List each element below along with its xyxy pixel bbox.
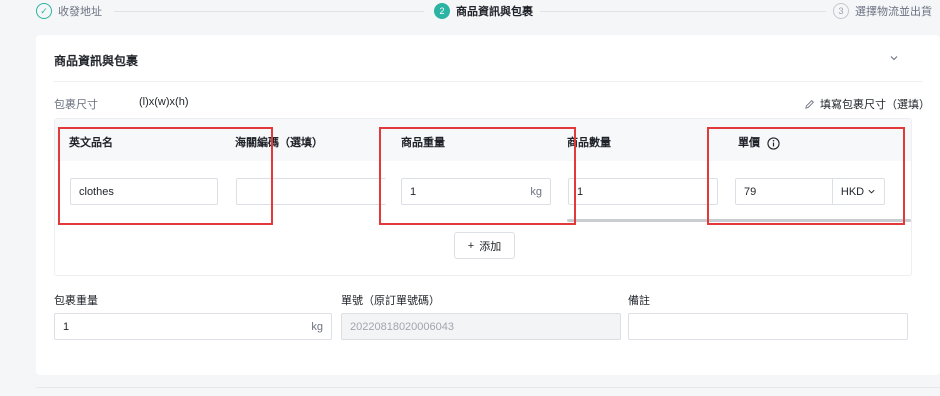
- step-label: 收發地址: [58, 6, 102, 18]
- step-connector: [114, 11, 424, 12]
- annotation-box: [379, 127, 576, 225]
- annotation-box: [707, 127, 905, 225]
- edit-icon: [805, 99, 814, 109]
- fill-dims-link[interactable]: 填寫包裹尺寸（選填）: [804, 96, 930, 112]
- add-item-label: 添加: [479, 240, 502, 253]
- step-address[interactable]: ✓ 收發地址: [36, 3, 102, 19]
- package-weight-label: 包裹重量: [54, 295, 98, 307]
- package-weight-value: 1: [63, 320, 70, 333]
- step-check-icon: ✓: [36, 3, 52, 19]
- package-weight-unit: kg: [311, 320, 323, 333]
- remark-input[interactable]: [628, 313, 908, 340]
- remark-label: 備註: [628, 295, 650, 307]
- checkout-stepper: ✓ 收發地址 2 商品資訊與包裹 3 選擇物流並出貨: [0, 0, 940, 26]
- section-divider: [36, 387, 940, 388]
- step-connector: [540, 11, 826, 12]
- annotation-box: [58, 127, 273, 225]
- card-title: 商品資訊與包裹: [54, 54, 139, 68]
- divider: [54, 81, 922, 82]
- step-product-info[interactable]: 2 商品資訊與包裹: [434, 3, 533, 19]
- step-number: 3: [833, 3, 849, 19]
- step-logistics[interactable]: 3 選擇物流並出貨: [833, 3, 932, 19]
- add-item-button[interactable]: + 添加: [454, 232, 515, 259]
- fill-dims-label: 填寫包裹尺寸（選填）: [820, 99, 930, 111]
- package-dims-label: 包裹尺寸: [54, 99, 98, 111]
- step-number: 2: [434, 3, 450, 19]
- order-no-input: 20220818020006043: [341, 313, 621, 340]
- package-weight-input[interactable]: 1 kg: [54, 313, 332, 340]
- plus-icon: +: [467, 239, 475, 252]
- order-no-label: 單號（原訂單號碼）: [341, 295, 440, 307]
- step-label: 商品資訊與包裹: [456, 6, 533, 18]
- chevron-down-icon[interactable]: [888, 52, 900, 64]
- quantity-input[interactable]: 1: [568, 178, 718, 205]
- package-dims-value: (l)x(w)x(h): [139, 96, 189, 108]
- step-label: 選擇物流並出貨: [855, 6, 932, 18]
